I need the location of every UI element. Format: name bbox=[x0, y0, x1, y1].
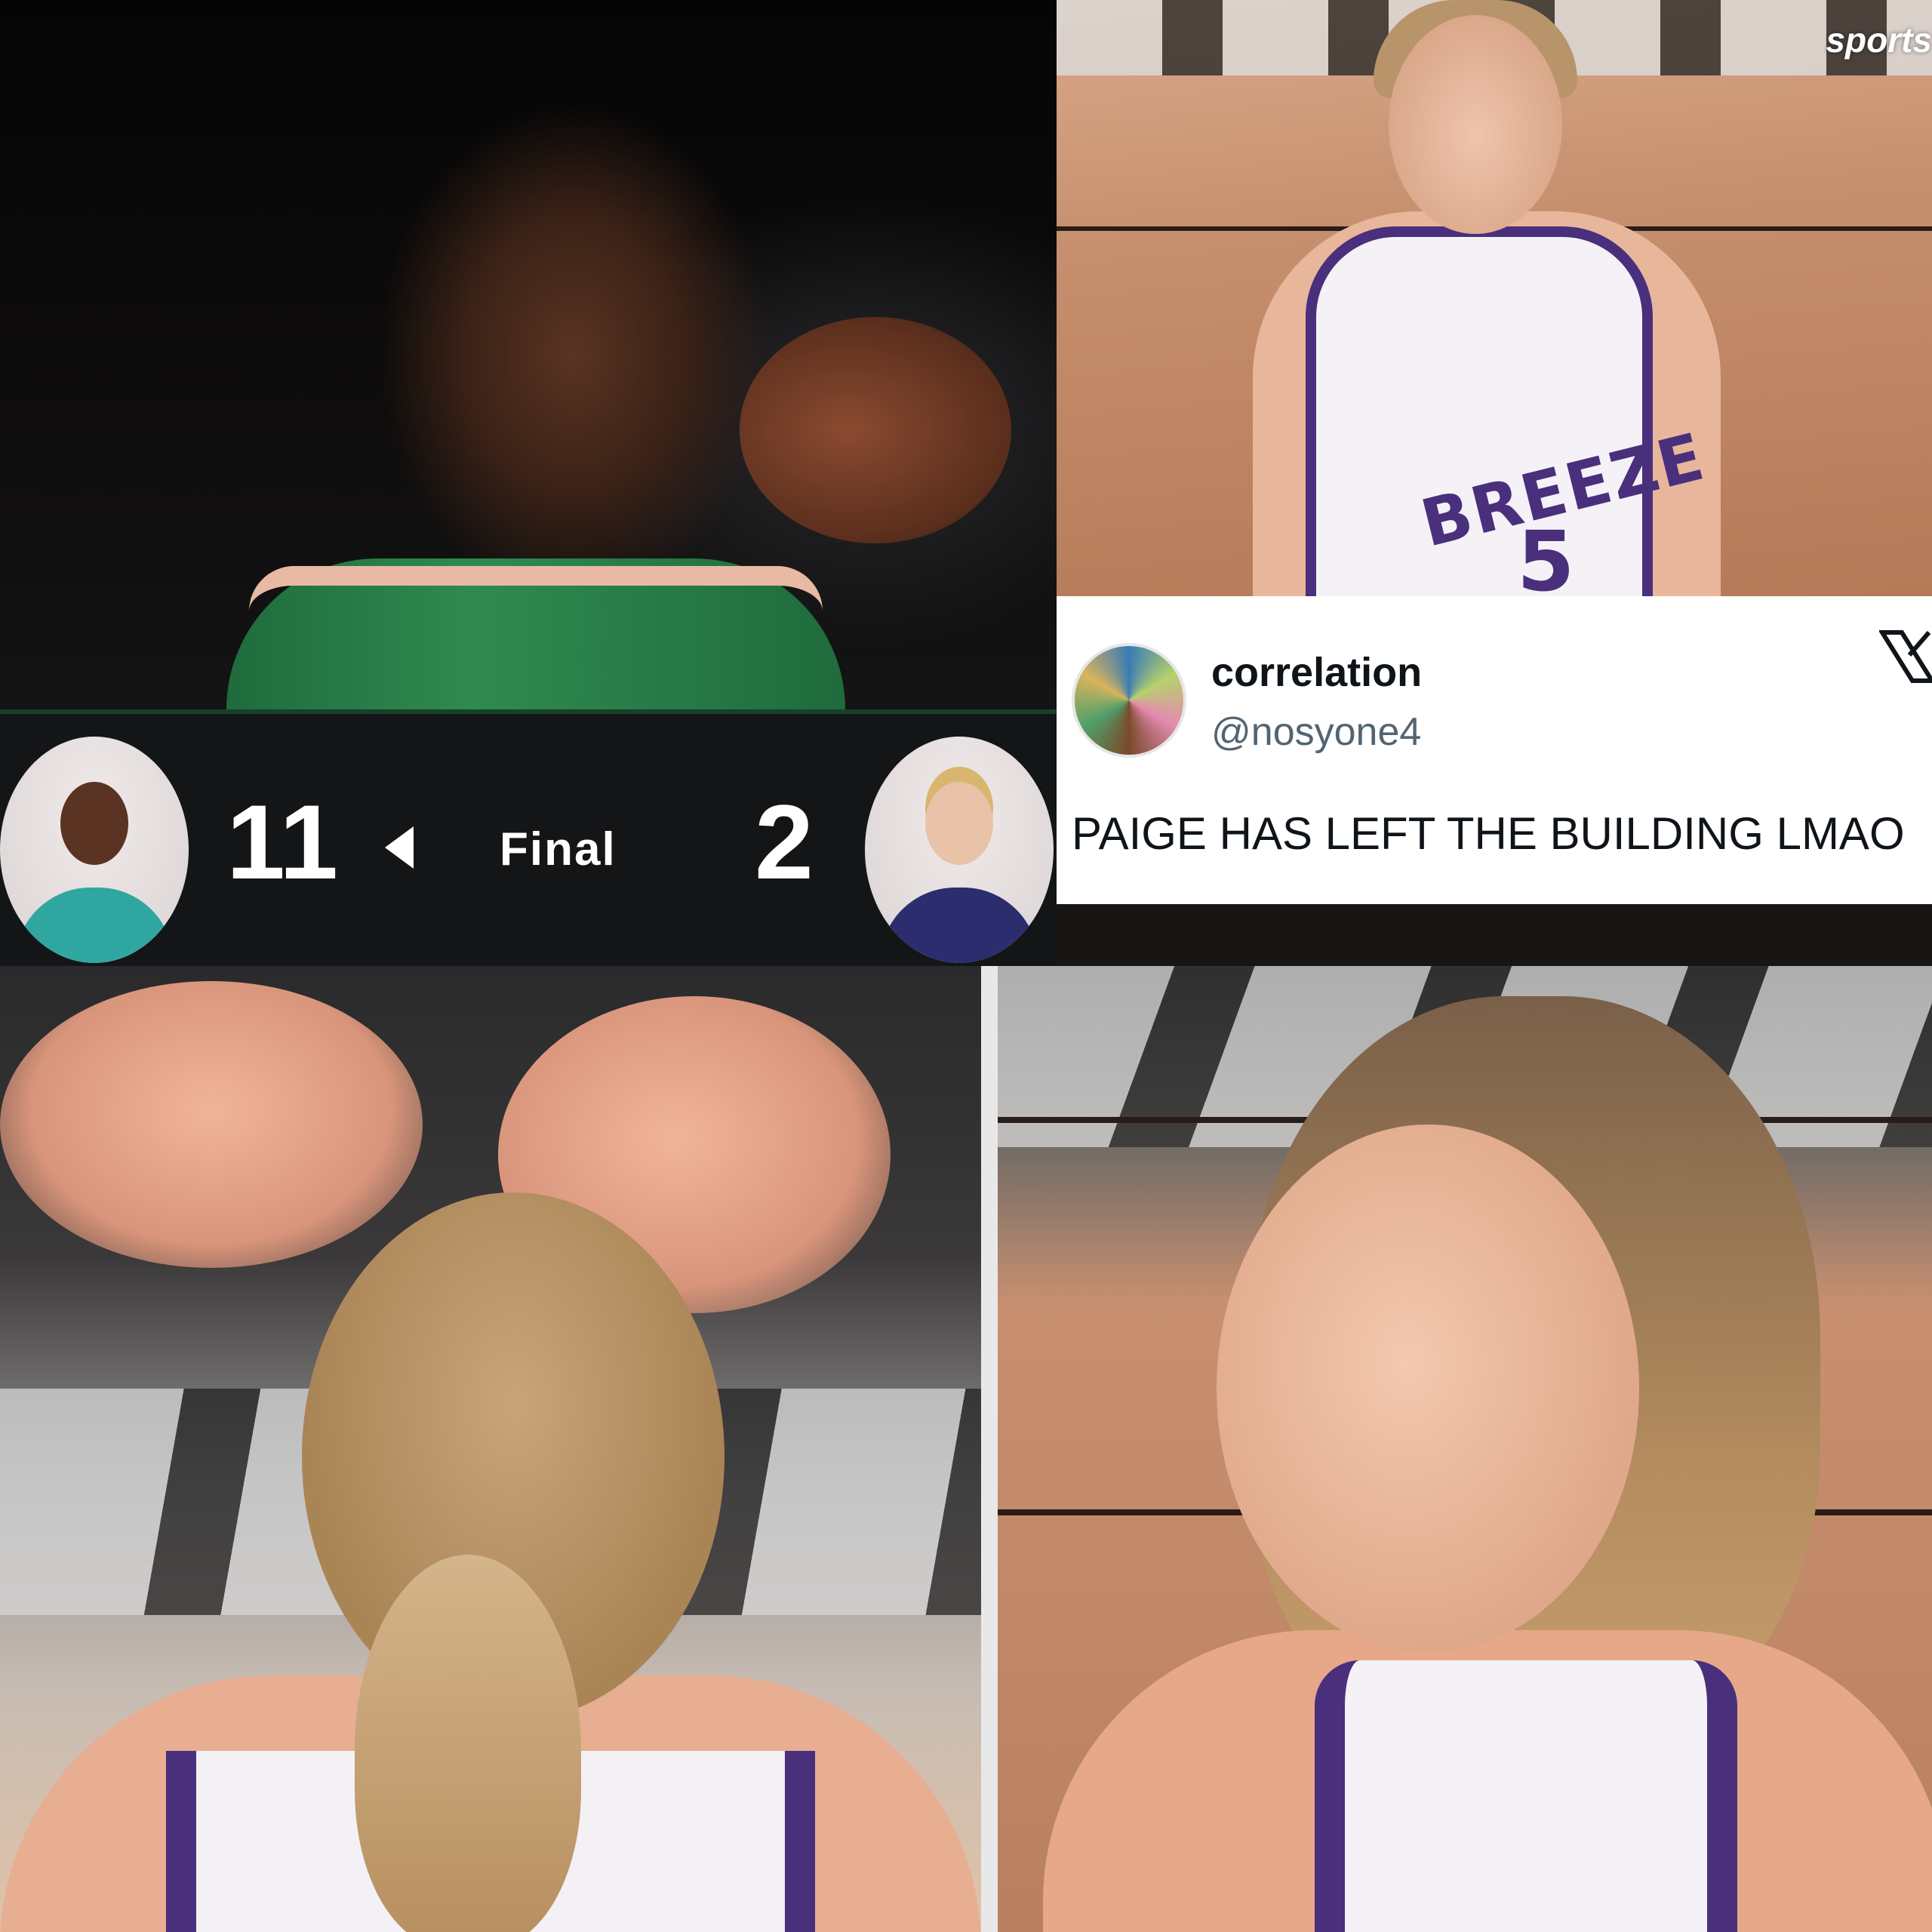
tweet-handle: @nosyone4 bbox=[1211, 710, 1422, 754]
player-face bbox=[1389, 15, 1562, 234]
panel-divider bbox=[981, 966, 998, 1932]
jersey-number: 5 bbox=[1517, 513, 1575, 596]
ponytail bbox=[355, 1555, 581, 1932]
home-player-avatar bbox=[0, 737, 189, 963]
tweet-card: correlation @nosyone4 PAIGE HAS LEFT THE… bbox=[1057, 596, 1932, 904]
possession-arrow-icon bbox=[385, 826, 414, 869]
game-status: Final bbox=[500, 823, 617, 875]
tweet-avatar bbox=[1072, 643, 1186, 758]
player-face bbox=[1217, 1124, 1639, 1653]
x-logo-icon bbox=[1879, 630, 1932, 683]
left-hand bbox=[0, 981, 423, 1268]
photo-back-of-head bbox=[0, 966, 981, 1932]
photo-player-pointing bbox=[0, 0, 1057, 709]
photo-player-court: BREEZE 5 sports bbox=[1057, 0, 1932, 596]
white-jersey bbox=[1315, 1660, 1737, 1932]
photo-strip bbox=[1057, 904, 1932, 966]
away-player-avatar bbox=[865, 737, 1054, 963]
watermark: sports bbox=[1826, 20, 1932, 60]
photo-player-closeup bbox=[998, 966, 1932, 1932]
jersey-trim bbox=[249, 566, 823, 611]
tweet-text: PAIGE HAS LEFT THE BUILDING LMAO bbox=[1072, 808, 1905, 859]
tweet-display-name: correlation bbox=[1211, 650, 1423, 695]
player-hand bbox=[740, 317, 1011, 543]
home-score: 11 bbox=[226, 783, 338, 901]
away-score: 2 bbox=[755, 783, 814, 901]
